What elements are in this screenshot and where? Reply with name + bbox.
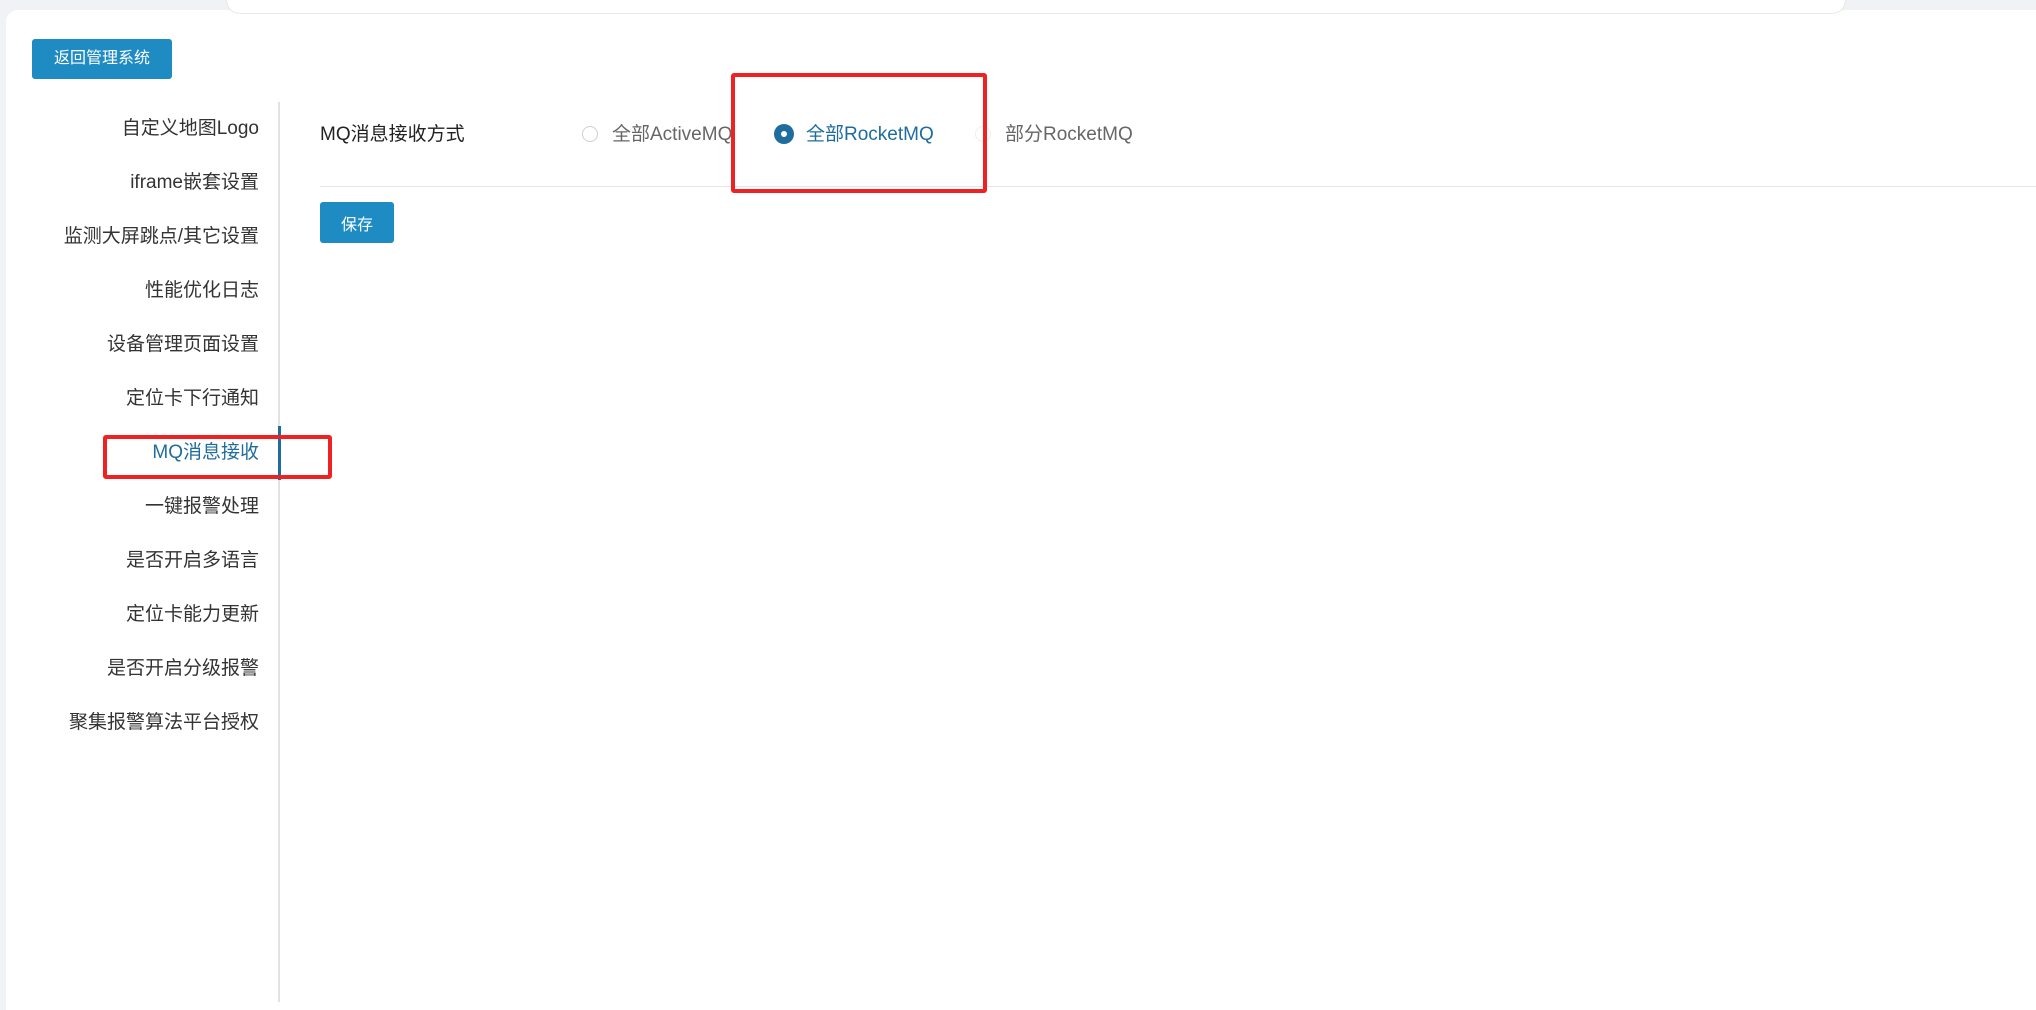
sidebar-item-iframe[interactable]: iframe嵌套设置 — [130, 156, 259, 210]
sidebar-item-mq-receive[interactable]: MQ消息接收 — [152, 426, 259, 480]
sidebar-item-card-capability[interactable]: 定位卡能力更新 — [126, 588, 259, 642]
sidebar-item-graded-alarm[interactable]: 是否开启分级报警 — [107, 642, 259, 696]
radio-all-rocketmq-label: 全部RocketMQ — [806, 124, 934, 145]
radio-unchecked-icon[interactable] — [582, 126, 598, 142]
sidebar-item-one-key-alarm[interactable]: 一键报警处理 — [145, 480, 259, 534]
sidebar-divider — [278, 102, 280, 1002]
form-row-divider — [320, 186, 2036, 187]
sidebar-item-performance-log[interactable]: 性能优化日志 — [145, 264, 259, 318]
mq-receive-mode-label: MQ消息接收方式 — [320, 124, 465, 145]
sidebar-item-card-downlink[interactable]: 定位卡下行通知 — [126, 372, 259, 426]
radio-partial-rocketmq-label: 部分RocketMQ — [1005, 124, 1133, 145]
back-to-admin-button[interactable]: 返回管理系统 — [32, 39, 172, 79]
sidebar-active-indicator — [278, 426, 281, 480]
radio-checked-icon[interactable] — [774, 124, 794, 144]
radio-all-activemq-label: 全部ActiveMQ — [612, 124, 733, 145]
settings-page: 返回管理系统 自定义地图Logo iframe嵌套设置 监测大屏跳点/其它设置 … — [6, 0, 2036, 1010]
mq-receive-mode-row: MQ消息接收方式 全部ActiveMQ 全部RocketMQ 部分RocketM… — [320, 110, 2036, 160]
top-search-bar-edge — [226, 0, 1846, 14]
sidebar-item-multi-language[interactable]: 是否开启多语言 — [126, 534, 259, 588]
settings-sidebar: 自定义地图Logo iframe嵌套设置 监测大屏跳点/其它设置 性能优化日志 … — [6, 102, 281, 1007]
radio-unchecked-icon[interactable] — [975, 126, 991, 142]
sidebar-item-device-page[interactable]: 设备管理页面设置 — [107, 318, 259, 372]
sidebar-item-screen-settings[interactable]: 监测大屏跳点/其它设置 — [64, 210, 259, 264]
sidebar-item-gathering-alarm-auth[interactable]: 聚集报警算法平台授权 — [69, 696, 259, 750]
save-button[interactable]: 保存 — [320, 202, 394, 243]
sidebar-item-map-logo[interactable]: 自定义地图Logo — [122, 102, 259, 156]
